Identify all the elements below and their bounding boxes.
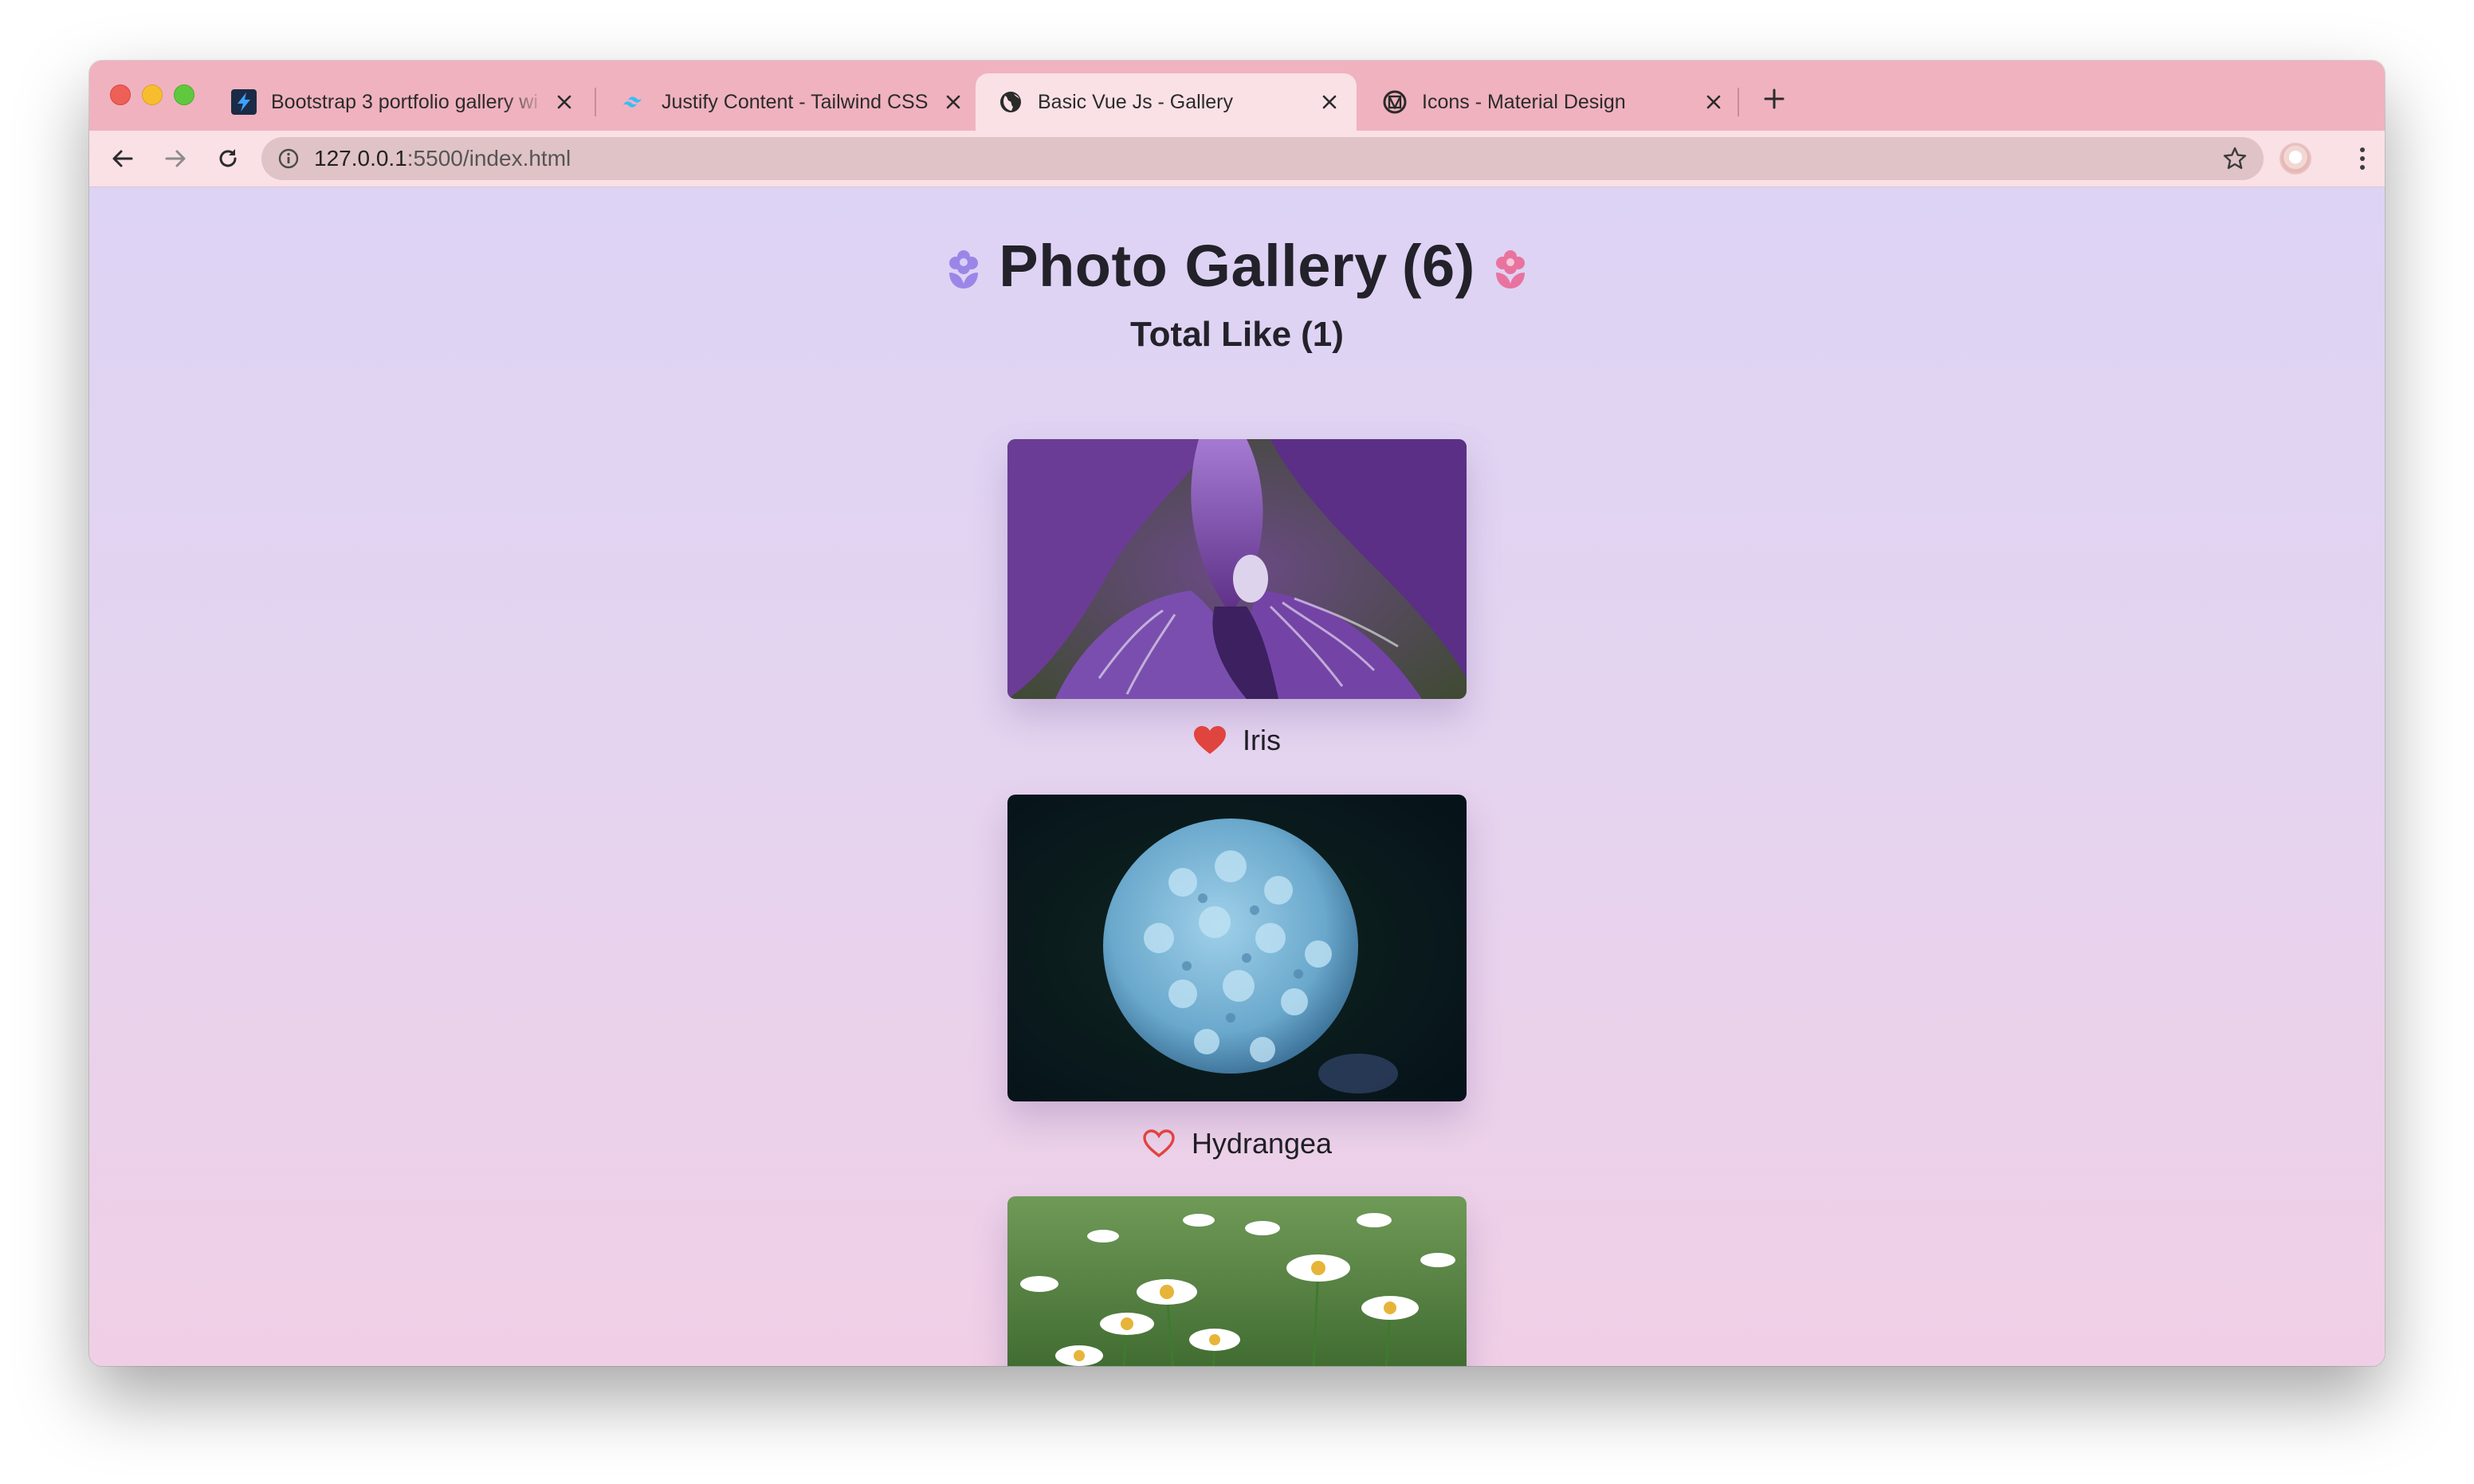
bootstrap-lightning-icon: [231, 89, 257, 115]
page-title: Photo Gallery (6): [999, 232, 1475, 300]
photo-caption-hydrangea: Hydrangea: [89, 1120, 2385, 1168]
close-tab-icon[interactable]: [1702, 91, 1725, 113]
back-button[interactable]: [105, 141, 140, 176]
page-title-text: Photo Gallery: [999, 232, 1388, 299]
menu-dot-icon: [2360, 147, 2365, 152]
close-tab-icon[interactable]: [1318, 91, 1341, 113]
total-like-count: (1): [1301, 315, 1344, 354]
material-design-icon: [1382, 89, 1408, 115]
url-path: :5500/index.html: [406, 146, 571, 171]
gallery-header: Photo Gallery (6): [89, 226, 2385, 305]
reload-button[interactable]: [210, 141, 245, 176]
browser-window: Bootstrap 3 portfolio gallery wi Justify…: [89, 61, 2385, 1366]
new-tab-button[interactable]: [1755, 80, 1793, 118]
bookmark-star-icon[interactable]: [2222, 146, 2248, 171]
photo-iris: [1007, 439, 1467, 699]
menu-dot-icon: [2360, 165, 2365, 170]
plus-icon: [1764, 88, 1785, 109]
heart-outline-icon[interactable]: [1142, 1129, 1176, 1159]
close-tab-icon[interactable]: [942, 91, 964, 113]
photo-hydrangea: [1007, 795, 1467, 1101]
site-info-icon[interactable]: [277, 147, 300, 170]
url-host: 127.0.0.1: [314, 146, 407, 171]
total-like-label: Total Like: [1130, 315, 1292, 354]
forward-button[interactable]: [158, 141, 193, 176]
address-bar[interactable]: 127.0.0.1:5500/index.html: [261, 137, 2264, 180]
flower-icon-right: [1495, 250, 1525, 289]
heart-filled-icon[interactable]: [1193, 725, 1227, 756]
browser-toolbar: 127.0.0.1:5500/index.html: [89, 131, 2385, 187]
menu-dot-icon: [2360, 156, 2365, 161]
tab-title: Justify Content - Tailwind CSS: [662, 90, 929, 113]
tab-strip: Bootstrap 3 portfolio gallery wi Justify…: [89, 61, 2385, 131]
tab-separator: [1738, 88, 1739, 116]
globe-icon: [998, 89, 1023, 115]
tab-vue-gallery[interactable]: Basic Vue Js - Gallery: [976, 73, 1357, 131]
photo-caption-iris: Iris: [89, 716, 2385, 764]
page-viewport: Photo Gallery (6) Total Like (1) Iris Hy…: [89, 187, 2385, 1366]
browser-menu-button[interactable]: [2346, 143, 2378, 175]
arrow-right-icon: [165, 150, 186, 167]
photo-daisies: [1007, 1196, 1467, 1366]
tab-title: Icons - Material Design: [1422, 90, 1626, 113]
tab-title: Bootstrap 3 portfolio gallery wi: [271, 90, 538, 113]
tab-tailwind-justify[interactable]: Justify Content - Tailwind CSS: [599, 73, 980, 131]
tab-bootstrap-gallery[interactable]: Bootstrap 3 portfolio gallery wi: [209, 73, 591, 131]
minimize-window-button[interactable]: [142, 84, 163, 105]
maximize-window-button[interactable]: [174, 84, 194, 105]
url-text: 127.0.0.1:5500/index.html: [314, 137, 571, 180]
total-like: Total Like (1): [89, 315, 2385, 355]
arrow-left-icon: [112, 150, 133, 167]
photo-count: (6): [1401, 232, 1475, 299]
close-tab-icon[interactable]: [553, 91, 575, 113]
reload-icon: [219, 149, 237, 167]
close-window-button[interactable]: [110, 84, 131, 105]
photo-name: Hydrangea: [1191, 1127, 1333, 1160]
flower-icon-left: [949, 250, 979, 289]
tab-title: Basic Vue Js - Gallery: [1038, 90, 1233, 113]
photo-name: Iris: [1243, 724, 1281, 756]
tab-separator: [595, 88, 596, 116]
tailwind-logo-icon: [622, 89, 647, 115]
tab-material-icons[interactable]: Icons - Material Design: [1360, 73, 1741, 131]
profile-avatar[interactable]: [2280, 143, 2311, 175]
